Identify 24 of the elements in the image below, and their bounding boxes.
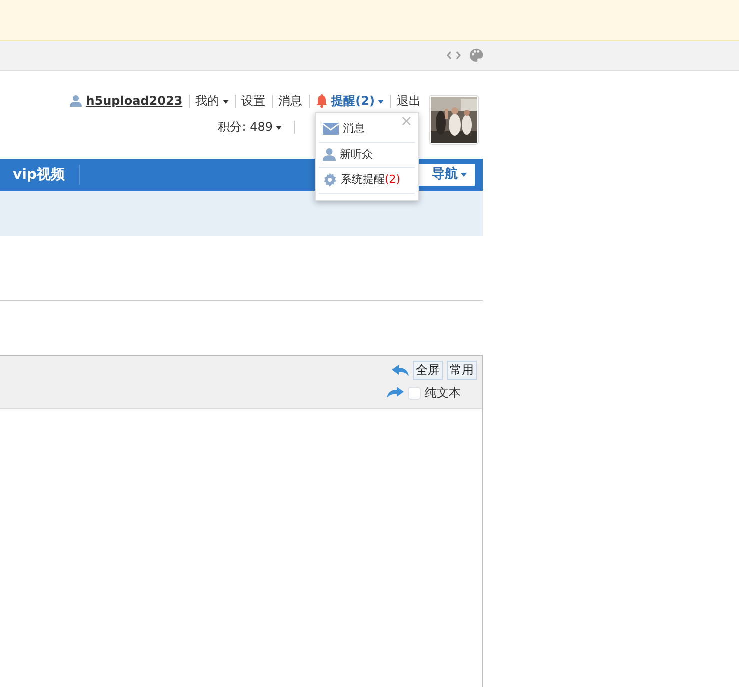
points-link[interactable]: 积分: 489 [218, 118, 282, 136]
nav-link[interactable]: 退出 [397, 92, 421, 110]
menu-item[interactable]: 系统提醒(2) [319, 168, 415, 194]
user-icon [70, 95, 82, 107]
checkbox-label: 纯文本 [425, 385, 461, 402]
username-link[interactable]: h5upload2023 [86, 92, 183, 110]
bell-icon [316, 94, 328, 108]
redo-icon[interactable] [387, 387, 404, 399]
menu-item[interactable]: 新听众 [319, 142, 415, 168]
palette-icon[interactable] [469, 48, 484, 63]
undo-icon[interactable] [392, 364, 409, 376]
nav-link[interactable]: 设置 [242, 92, 266, 110]
user-icon [323, 148, 336, 162]
nav-link[interactable]: 我的 [196, 92, 229, 110]
code-icon[interactable] [447, 51, 461, 60]
nav-link[interactable]: 提醒(2) [332, 92, 384, 110]
nav-link[interactable]: 消息 [278, 92, 303, 110]
avatar[interactable] [429, 95, 479, 145]
nav-tab[interactable]: vip视频 [0, 165, 80, 185]
plain-text-checkbox[interactable] [408, 386, 421, 400]
toolbar-button[interactable]: 全屏 [413, 361, 443, 380]
gear-icon [323, 173, 337, 188]
mail-icon [323, 123, 339, 136]
toolbar-button[interactable]: 常用 [447, 361, 477, 380]
